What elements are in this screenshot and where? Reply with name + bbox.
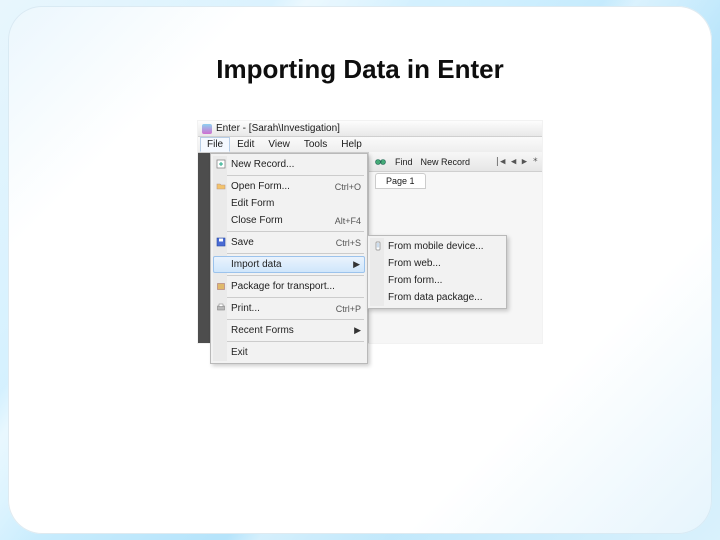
menu-item-label: From data package... [388,292,483,303]
menu-item-label: Save [231,237,254,248]
menu-bar: File Edit View Tools Help [198,137,542,153]
menu-separator [214,175,364,176]
find-label[interactable]: Find [395,157,413,167]
menu-item-import-data[interactable]: Import data ▶ [213,256,365,273]
page-tabs: Page 1 [375,173,426,189]
file-dropdown: New Record... Open Form... Ctrl+O Edit F… [210,153,368,364]
menu-item-label: Close Form [231,215,283,226]
menu-item-new-record[interactable]: New Record... [213,156,365,173]
left-panel [198,153,210,343]
menu-item-label: Import data [231,259,282,270]
menu-separator [214,253,364,254]
submenu-item-from-package[interactable]: From data package... [370,289,504,306]
submenu-item-from-mobile[interactable]: From mobile device... [370,238,504,255]
work-area: Find New Record |◀ ◀ ▶ * Page 1 New Reco… [198,153,542,343]
menu-item-recent-forms[interactable]: Recent Forms ▶ [213,322,365,339]
menu-item-label: Print... [231,303,260,314]
mobile-icon [373,241,383,251]
open-icon [216,181,226,191]
title-bar: Enter - [Sarah\Investigation] [198,121,542,137]
package-icon [216,281,226,291]
submenu-item-from-form[interactable]: From form... [370,272,504,289]
record-nav[interactable]: |◀ ◀ ▶ * [495,157,542,167]
submenu-arrow-icon: ▶ [353,259,360,270]
menu-item-open-form[interactable]: Open Form... Ctrl+O [213,178,365,195]
menu-item-label: From form... [388,275,442,286]
menu-item-exit[interactable]: Exit [213,344,365,361]
menu-item-print[interactable]: Print... Ctrl+P [213,300,365,317]
menu-item-label: From web... [388,258,441,269]
menu-separator [214,231,364,232]
menu-item-label: Edit Form [231,198,274,209]
slide-title: Importing Data in Enter [8,54,712,85]
menu-edit[interactable]: Edit [230,137,261,152]
menu-item-label: Open Form... [231,181,290,192]
shortcut-label: Ctrl+P [336,304,361,314]
menu-item-close-form[interactable]: Close Form Alt+F4 [213,212,365,229]
menu-item-label: From mobile device... [388,241,484,252]
menu-separator [214,297,364,298]
menu-item-label: New Record... [231,159,294,170]
window-title: Enter - [Sarah\Investigation] [216,123,340,134]
shortcut-label: Ctrl+O [335,182,361,192]
menu-item-label: Exit [231,347,248,358]
menu-help[interactable]: Help [334,137,369,152]
menu-file[interactable]: File [200,137,230,152]
menu-item-label: Recent Forms [231,325,294,336]
submenu-item-from-web[interactable]: From web... [370,255,504,272]
new-record-icon [216,159,226,169]
slide-card: Importing Data in Enter Enter - [Sarah\I… [8,6,712,534]
print-icon [216,303,226,313]
toolbar: Find New Record |◀ ◀ ▶ * [369,152,542,172]
menu-item-label: Package for transport... [231,281,335,292]
menu-item-edit-form[interactable]: Edit Form [213,195,365,212]
menu-view[interactable]: View [261,137,297,152]
find-icon[interactable] [375,157,387,167]
menu-separator [214,319,364,320]
menu-item-package[interactable]: Package for transport... [213,278,365,295]
shortcut-label: Alt+F4 [335,216,361,226]
shortcut-label: Ctrl+S [336,238,361,248]
new-record-label[interactable]: New Record [421,157,471,167]
import-submenu: From mobile device... From web... From f… [367,235,507,309]
submenu-arrow-icon: ▶ [354,325,361,336]
menu-separator [214,275,364,276]
page-tab-1[interactable]: Page 1 [375,173,426,189]
save-icon [216,237,226,247]
menu-item-save[interactable]: Save Ctrl+S [213,234,365,251]
app-icon [202,124,212,134]
menu-tools[interactable]: Tools [297,137,334,152]
app-window: Enter - [Sarah\Investigation] File Edit … [198,121,542,343]
menu-separator [214,341,364,342]
